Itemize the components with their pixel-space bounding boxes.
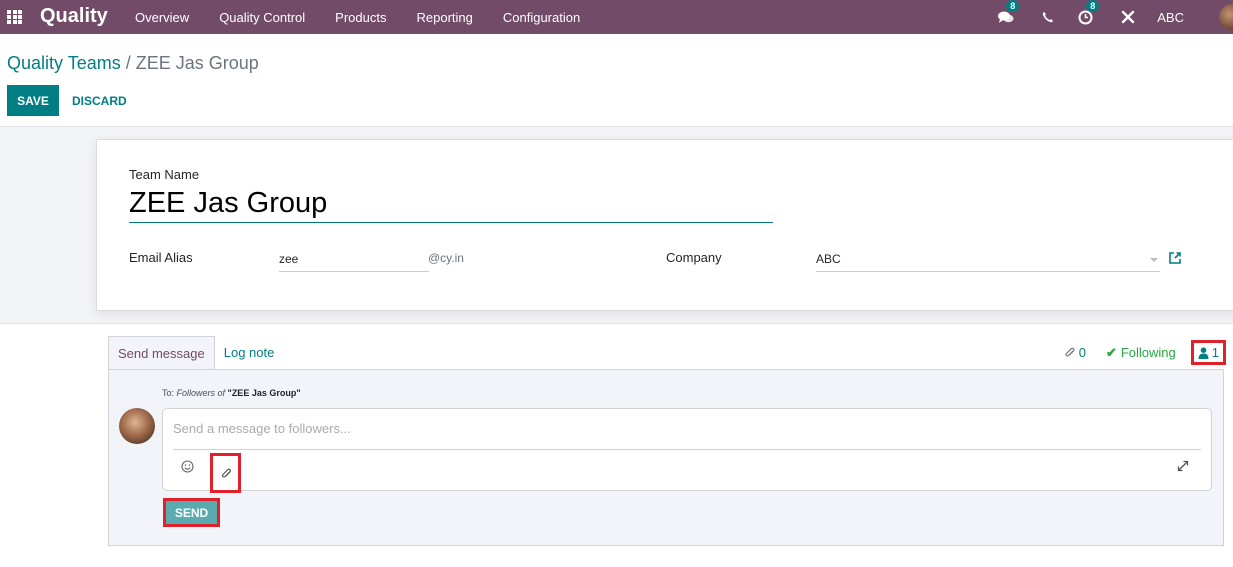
company-value: ABC xyxy=(816,252,841,266)
menu-item-configuration[interactable]: Configuration xyxy=(488,10,595,25)
chatter-divider xyxy=(0,323,1233,324)
followers-button[interactable]: 1 xyxy=(1190,340,1227,365)
smiley-icon xyxy=(181,460,194,473)
phone-icon xyxy=(1043,12,1054,23)
apps-menu-icon[interactable] xyxy=(7,10,23,24)
form-sheet: Team Name ZEE Jas Group Email Alias zee … xyxy=(96,139,1233,311)
debug-tools[interactable] xyxy=(1121,10,1135,24)
breadcrumb-separator: / xyxy=(125,53,131,73)
discard-button[interactable]: DISCARD xyxy=(64,85,135,116)
to-prefix: To: xyxy=(162,388,177,398)
message-composer: To: Followers of "ZEE Jas Group" Send a … xyxy=(108,369,1224,546)
menu-item-quality-control[interactable]: Quality Control xyxy=(204,10,320,25)
tab-log-note[interactable]: Log note xyxy=(215,336,284,369)
menu-item-reporting[interactable]: Reporting xyxy=(401,10,487,25)
external-link-icon[interactable] xyxy=(1168,251,1182,265)
user-avatar[interactable] xyxy=(1219,4,1233,30)
chat-bubbles-icon xyxy=(998,11,1014,23)
breadcrumb: Quality Teams / ZEE Jas Group xyxy=(7,53,259,74)
chatter-topbar-actions: 0 ✔ Following 1 xyxy=(1064,336,1227,369)
app-brand[interactable]: Quality xyxy=(40,5,108,28)
activities-badge: 8 xyxy=(1086,0,1100,12)
check-icon: ✔ xyxy=(1105,344,1117,360)
paperclip-icon xyxy=(1065,347,1075,357)
following-label: Following xyxy=(1120,345,1176,360)
email-alias-input[interactable]: zee xyxy=(279,250,429,272)
menu-item-products[interactable]: Products xyxy=(320,10,401,25)
breadcrumb-current: ZEE Jas Group xyxy=(135,53,259,73)
attachments-count: 0 xyxy=(1078,345,1086,360)
to-record-name: "ZEE Jas Group" xyxy=(227,388,301,398)
top-navbar: Quality Overview Quality Control Product… xyxy=(0,0,1233,34)
menu-item-overview[interactable]: Overview xyxy=(120,10,204,25)
activities-menu[interactable]: 8 xyxy=(1078,0,1100,25)
clock-icon xyxy=(1078,10,1093,24)
to-followers: Followers of xyxy=(176,388,226,398)
editor-separator xyxy=(173,449,1201,450)
email-alias-label: Email Alias xyxy=(129,250,193,265)
save-button[interactable]: SAVE xyxy=(7,85,59,116)
composer-avatar xyxy=(119,408,155,444)
control-panel: Quality Teams / ZEE Jas Group SAVE DISCA… xyxy=(0,40,1233,127)
company-select[interactable]: ABC xyxy=(816,250,1160,272)
attachments-button[interactable]: 0 xyxy=(1064,345,1086,360)
message-editor: Send a message to followers... xyxy=(162,408,1212,493)
systray: 8 8 ABC xyxy=(988,0,1233,34)
recipients-line: To: Followers of "ZEE Jas Group" xyxy=(162,388,301,398)
company-switcher[interactable]: ABC xyxy=(1157,10,1184,25)
message-input[interactable]: Send a message to followers... xyxy=(173,421,1193,436)
expand-icon xyxy=(1177,460,1189,472)
emoji-button[interactable] xyxy=(181,460,194,476)
team-name-label: Team Name xyxy=(129,167,200,182)
main-menu: Overview Quality Control Products Report… xyxy=(120,0,595,34)
tab-send-message[interactable]: Send message xyxy=(108,336,215,369)
attach-file-button[interactable] xyxy=(210,453,241,493)
dropdown-caret-icon[interactable] xyxy=(1150,258,1158,262)
chatter-tabs: Send message Log note xyxy=(108,336,283,369)
tools-icon xyxy=(1122,10,1135,24)
email-alias-domain: @cy.in xyxy=(428,251,464,265)
team-name-input[interactable]: ZEE Jas Group xyxy=(129,184,773,223)
voip-menu[interactable] xyxy=(1042,11,1054,23)
following-button[interactable]: ✔ Following xyxy=(1106,345,1176,361)
followers-count: 1 xyxy=(1211,345,1219,360)
messaging-menu[interactable]: 8 xyxy=(998,0,1020,24)
user-icon xyxy=(1198,346,1209,359)
paperclip-icon xyxy=(221,468,231,478)
company-label: Company xyxy=(666,250,722,265)
messages-badge: 8 xyxy=(1006,0,1020,12)
send-button[interactable]: SEND xyxy=(163,498,220,527)
full-composer-button[interactable] xyxy=(1177,459,1189,477)
breadcrumb-quality-teams[interactable]: Quality Teams xyxy=(7,53,121,73)
